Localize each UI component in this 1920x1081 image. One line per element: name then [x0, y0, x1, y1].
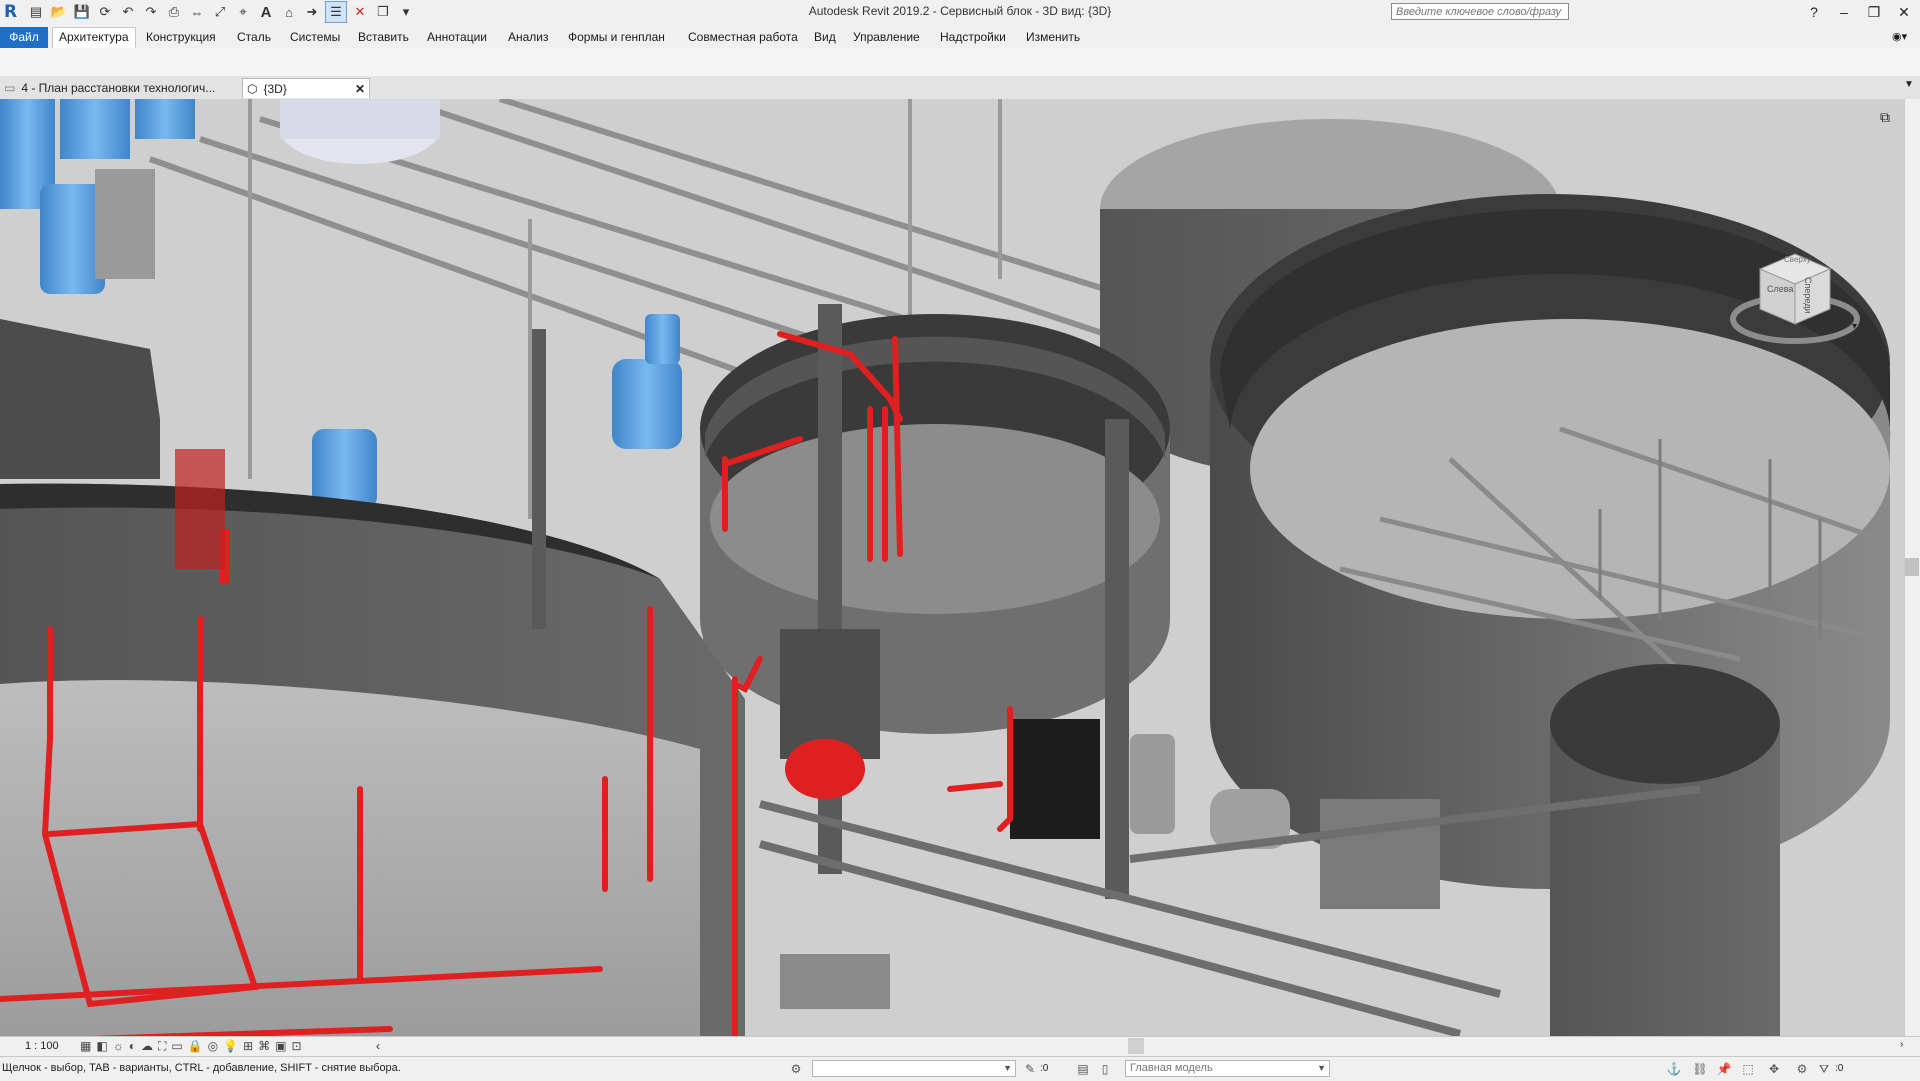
tab-systems[interactable]: Системы — [284, 28, 346, 48]
ribbon-toggle-icon[interactable]: ◉▾ — [1886, 28, 1913, 48]
worksharing-display-icon[interactable]: ⊞ — [243, 1039, 258, 1053]
3d-view-icon[interactable]: ⌂ — [279, 2, 299, 22]
reveal-constraints-icon[interactable]: ⊡ — [291, 1039, 306, 1053]
quick-access-toolbar: ▤ 📂 💾 ⟳ ↶ ↷ ⎙ ⇔ ⤢ ⌖ A ⌂ ➜ ☰ ✕ ❐ ▾ — [26, 1, 419, 23]
scroll-left-icon[interactable]: ‹ — [376, 1039, 380, 1053]
select-underlay-icon[interactable]: ⛓ — [1692, 1061, 1708, 1077]
text-icon[interactable]: A — [256, 2, 276, 22]
title-bar: R ▤ 📂 💾 ⟳ ↶ ↷ ⎙ ⇔ ⤢ ⌖ A ⌂ ➜ ☰ ✕ ❐ ▾ Auto… — [0, 0, 1920, 25]
app-menu-icon[interactable]: ▤ — [26, 2, 46, 22]
lock-view-icon[interactable]: 🔒 — [188, 1039, 208, 1053]
viewcube-top-label[interactable]: Сверху — [1784, 255, 1811, 264]
vertical-scroll-thumb[interactable] — [1905, 558, 1919, 576]
status-hint: Щелчок - выбор, TAB - варианты, CTRL - д… — [2, 1062, 401, 1074]
design-options-sep-icon: ▯ — [1101, 1062, 1109, 1076]
analytical-model-icon[interactable]: ⌘ — [258, 1039, 275, 1053]
editable-only-icon[interactable]: ✎ — [1022, 1061, 1038, 1077]
design-option-combo[interactable]: Главная модель ▼ — [1125, 1060, 1330, 1077]
close-button[interactable]: ✕ — [1890, 0, 1918, 24]
tab-file[interactable]: Файл — [0, 27, 48, 48]
tab-view[interactable]: Вид — [808, 28, 842, 48]
open-icon[interactable]: 📂 — [49, 2, 69, 22]
print-icon[interactable]: ⎙ — [164, 2, 184, 22]
tab-insert[interactable]: Вставить — [352, 28, 415, 48]
doc-tab-label: {3D} — [263, 82, 287, 96]
3d-view-icon: ⬡ — [247, 82, 258, 96]
chevron-down-icon: ▼ — [1317, 1063, 1326, 1073]
sync-icon[interactable]: ⟳ — [95, 2, 115, 22]
visual-style-icon[interactable]: ◧ — [96, 1039, 112, 1053]
tab-modify[interactable]: Изменить — [1020, 28, 1086, 48]
3d-viewport[interactable]: Слева Спереди Сверху ▾ ⧉ — [0, 99, 1904, 1036]
workset-count: :0 — [1040, 1063, 1049, 1074]
tab-manage[interactable]: Управление — [847, 28, 926, 48]
horizontal-scroll-thumb[interactable] — [1128, 1038, 1144, 1054]
switch-windows-icon[interactable]: ❐ — [373, 2, 393, 22]
redo-icon[interactable]: ↷ — [141, 2, 161, 22]
tab-overflow-icon[interactable]: ▼ — [1904, 79, 1914, 90]
doc-tab-label: 4 - План расстановки технологич... — [21, 81, 216, 95]
design-options-icon[interactable]: ▤ — [1075, 1061, 1091, 1077]
tab-structure[interactable]: Конструкция — [140, 28, 222, 48]
sun-path-icon[interactable]: ☼ — [113, 1039, 129, 1053]
temp-hide-icon[interactable]: ◎ — [208, 1039, 223, 1053]
dimension-icon[interactable]: ⤢ — [210, 2, 230, 22]
viewcube-menu-icon[interactable]: ▾ — [1852, 321, 1857, 332]
ribbon-panel — [0, 48, 1920, 77]
detail-level-icon[interactable]: ▦ — [80, 1039, 96, 1053]
design-option-value: Главная модель — [1130, 1062, 1213, 1074]
background-processes-icon[interactable]: ⚙ — [1794, 1061, 1810, 1077]
revit-logo-icon[interactable]: R — [4, 2, 22, 22]
filter-count: :0 — [1835, 1063, 1844, 1074]
filter-icon[interactable]: ⛛ — [1816, 1061, 1832, 1077]
highlight-displacement-icon[interactable]: ▣ — [275, 1039, 291, 1053]
thin-lines-icon[interactable]: ☰ — [325, 1, 347, 23]
shadows-icon[interactable]: ◐ — [129, 1039, 141, 1053]
tab-addins[interactable]: Надстройки — [934, 28, 1012, 48]
save-icon[interactable]: 💾 — [72, 2, 92, 22]
ribbon-tabs: Файл Архитектура Конструкция Сталь Систе… — [0, 24, 1920, 49]
close-hidden-icon[interactable]: ✕ — [350, 2, 370, 22]
workset-icon[interactable]: ⚙ — [788, 1061, 804, 1077]
customize-icon[interactable]: ▾ — [396, 2, 416, 22]
help-icon[interactable]: ? — [1800, 0, 1828, 24]
close-tab-icon[interactable]: ✕ — [355, 79, 365, 98]
tab-analyze[interactable]: Анализ — [502, 28, 555, 48]
scroll-right-icon[interactable]: › — [1900, 1039, 1903, 1050]
minimize-button[interactable]: – — [1830, 0, 1858, 24]
crop-view-icon[interactable]: ⛶ — [158, 1039, 171, 1053]
tab-massing-site[interactable]: Формы и генплан — [562, 28, 671, 48]
model-render — [0, 99, 1904, 1036]
select-by-face-icon[interactable]: ⬚ — [1740, 1061, 1756, 1077]
viewcube-front-label[interactable]: Спереди — [1803, 277, 1813, 313]
measure-icon[interactable]: ⇔ — [187, 2, 207, 22]
drag-elements-icon[interactable]: ✥ — [1766, 1061, 1782, 1077]
tab-collaborate[interactable]: Совместная работа — [682, 28, 804, 48]
tag-icon[interactable]: ⌖ — [233, 2, 253, 22]
section-icon[interactable]: ➜ — [302, 2, 322, 22]
floor-plan-icon: ▭ — [4, 81, 16, 95]
status-bar: Щелчок - выбор, TAB - варианты, CTRL - д… — [0, 1056, 1920, 1081]
tab-annotate[interactable]: Аннотации — [421, 28, 493, 48]
select-pinned-icon[interactable]: 📌 — [1716, 1061, 1732, 1077]
select-links-icon[interactable]: ⚓ — [1666, 1061, 1682, 1077]
view-control-bar: 1 : 100 ▦◧☼◐☁⛶▭🔒◎💡⊞⌘▣⊡ ‹ — [0, 1036, 1920, 1057]
workset-combo[interactable]: ▼ — [812, 1060, 1016, 1077]
navigation-bar-icon[interactable]: ⧉ — [1880, 109, 1890, 126]
document-tabs: ▭ 4 - План расстановки технологич... ⬡ {3D… — [0, 76, 1920, 100]
tab-architecture[interactable]: Архитектура — [52, 27, 136, 49]
view-scale[interactable]: 1 : 100 — [25, 1040, 59, 1052]
doc-tab-3d[interactable]: ⬡ {3D} ✕ — [242, 78, 370, 98]
search-input[interactable] — [1391, 3, 1569, 20]
undo-icon[interactable]: ↶ — [118, 2, 138, 22]
restore-button[interactable]: ❐ — [1860, 0, 1888, 24]
tab-steel[interactable]: Сталь — [231, 28, 277, 48]
doc-tab-floor-plan[interactable]: ▭ 4 - План расстановки технологич... — [4, 78, 240, 98]
reveal-hidden-icon[interactable]: 💡 — [223, 1039, 243, 1053]
viewcube-left-label[interactable]: Слева — [1767, 284, 1793, 294]
render-icon[interactable]: ☁ — [141, 1039, 158, 1053]
show-crop-icon[interactable]: ▭ — [171, 1039, 187, 1053]
chevron-down-icon: ▼ — [1003, 1063, 1012, 1073]
